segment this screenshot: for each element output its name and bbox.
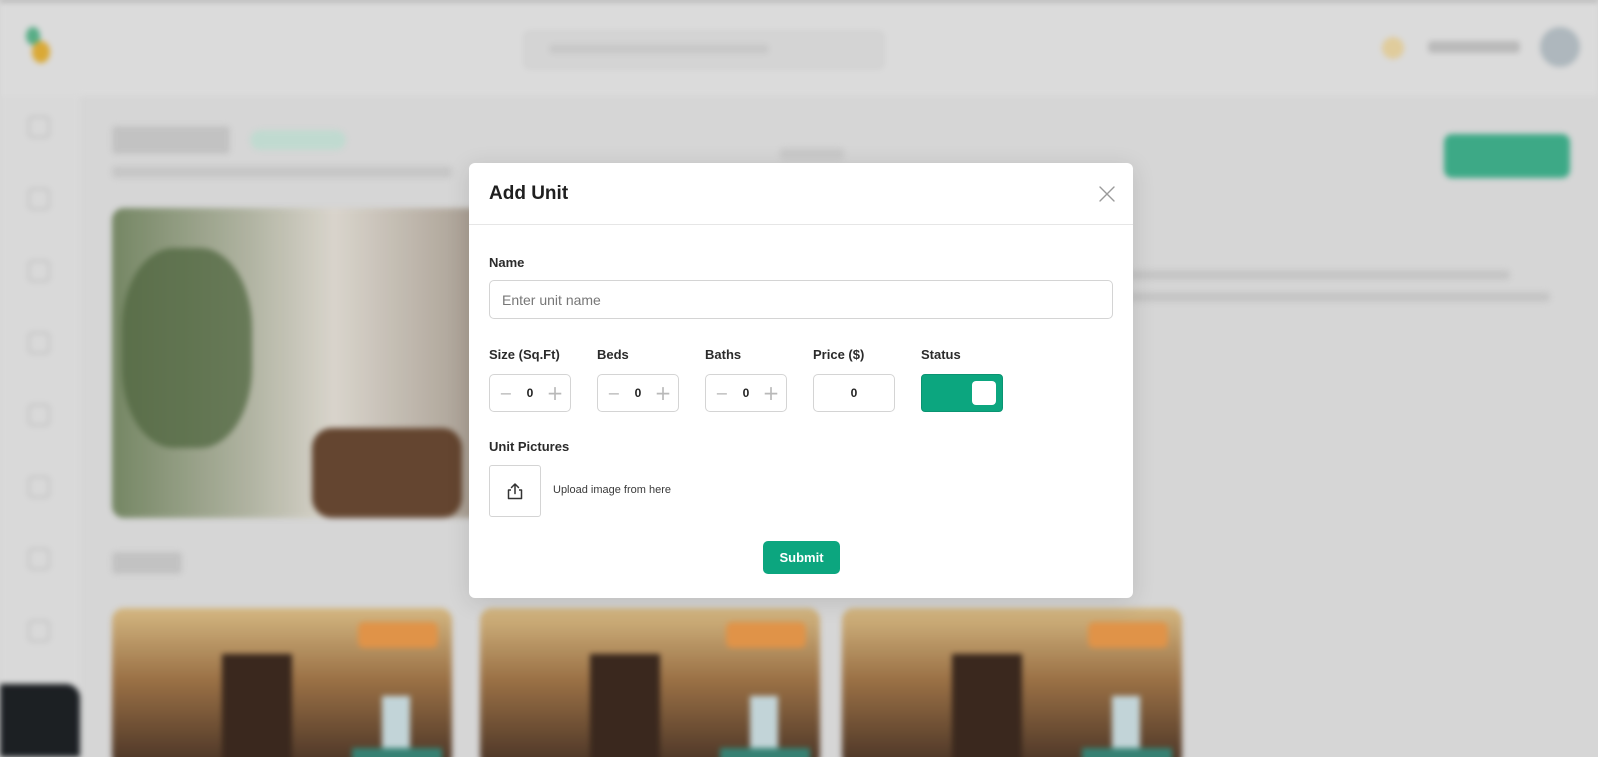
beds-value[interactable]: 0 [626,375,650,411]
submit-button[interactable]: Submit [763,541,840,574]
baths-label: Baths [705,347,742,362]
unit-name-input[interactable] [489,280,1113,319]
upload-button[interactable] [489,465,541,517]
size-stepper: − 0 + [489,374,571,412]
size-label: Size (Sq.Ft) [489,347,560,362]
size-value[interactable]: 0 [518,375,542,411]
status-toggle[interactable] [921,374,1003,412]
name-label: Name [489,255,525,270]
size-increment-button[interactable]: + [543,375,567,411]
beds-decrement-button[interactable]: − [602,375,626,411]
beds-increment-button[interactable]: + [651,375,675,411]
toggle-knob [972,381,996,405]
price-input[interactable]: 0 [813,374,895,412]
baths-decrement-button[interactable]: − [710,375,734,411]
upload-icon [507,483,523,500]
baths-increment-button[interactable]: + [759,375,783,411]
status-label: Status [921,347,961,362]
add-unit-modal: Add Unit Name Size (Sq.Ft) − 0 + Beds − … [469,163,1133,598]
unit-pictures-label: Unit Pictures [489,439,570,454]
price-label: Price ($) [813,347,865,362]
baths-stepper: − 0 + [705,374,787,412]
baths-value[interactable]: 0 [734,375,758,411]
close-button[interactable] [1097,184,1117,204]
upload-hint: Upload image from here [553,484,672,496]
beds-stepper: − 0 + [597,374,679,412]
close-icon [1099,186,1115,202]
size-decrement-button[interactable]: − [494,375,518,411]
modal-title: Add Unit [489,183,569,204]
modal-header: Add Unit [469,163,1133,225]
beds-label: Beds [597,347,629,362]
